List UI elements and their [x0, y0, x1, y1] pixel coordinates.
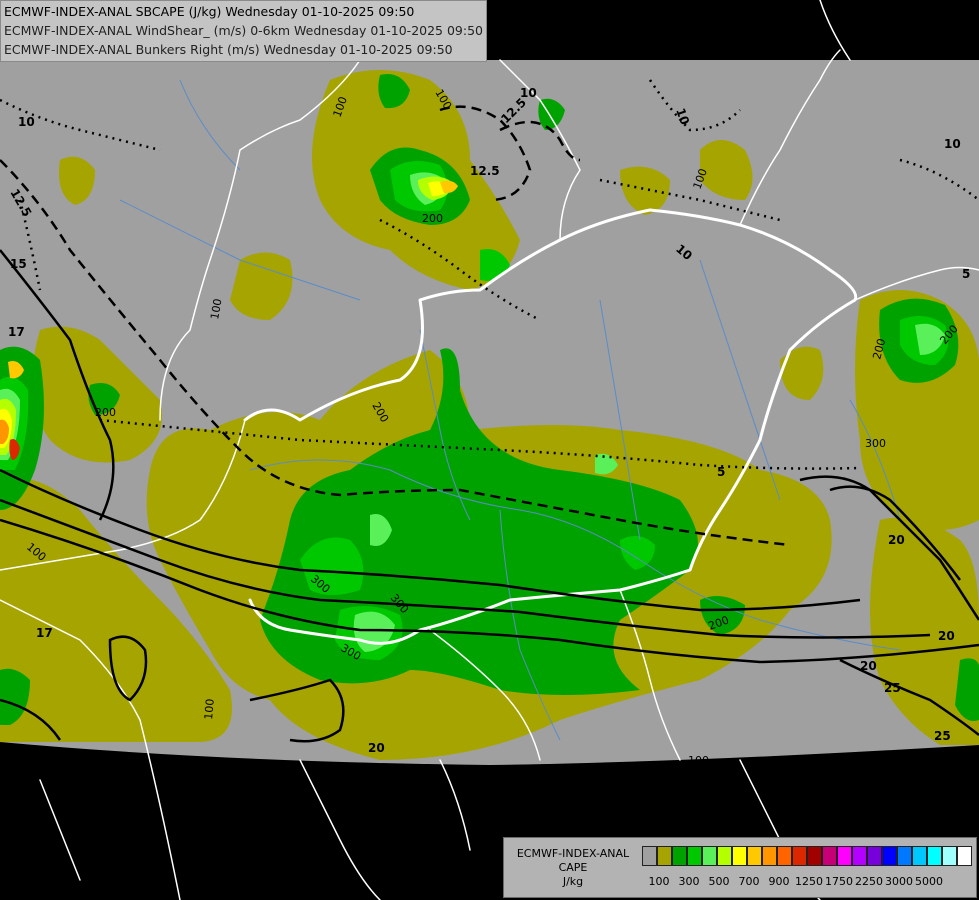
cape-label: 200	[95, 406, 116, 419]
legend-swatch	[882, 846, 897, 866]
legend-swatch	[927, 846, 942, 866]
legend-swatches	[642, 846, 972, 866]
legend-swatch	[792, 846, 807, 866]
title-bunkers: ECMWF-INDEX-ANAL Bunkers Right (m/s) Wed…	[4, 42, 453, 57]
cape-map: 100 100 200 200 200 200 200 300 300 300 …	[0, 0, 979, 900]
legend-swatch	[717, 846, 732, 866]
legend-model: ECMWF-INDEX-ANAL	[516, 847, 630, 860]
shear-label: 20	[860, 659, 877, 673]
map-title-block: ECMWF-INDEX-ANAL SBCAPE (J/kg) Wednesday…	[0, 0, 487, 62]
legend-swatch	[657, 846, 672, 866]
shear-label: 15	[10, 257, 27, 271]
cape-label: 200	[422, 212, 443, 225]
legend-tick-label: 300	[678, 875, 700, 888]
shear-label: 20	[888, 533, 905, 547]
legend-swatch	[747, 846, 762, 866]
legend-tick-label: 100	[648, 875, 670, 888]
legend-swatch	[732, 846, 747, 866]
title-windshear: ECMWF-INDEX-ANAL WindShear_ (m/s) 0-6km …	[4, 23, 483, 38]
bunkers-label: 5	[962, 267, 970, 281]
legend-swatch	[912, 846, 927, 866]
legend-unit: J/kg	[562, 875, 584, 888]
legend-swatch	[762, 846, 777, 866]
title-sbcape: ECMWF-INDEX-ANAL SBCAPE (J/kg) Wednesday…	[4, 4, 415, 19]
legend-swatch	[672, 846, 687, 866]
legend-parameter: CAPE	[558, 861, 588, 874]
legend-swatch	[777, 846, 792, 866]
legend-label: ECMWF-INDEX-ANAL CAPE J/kg	[508, 847, 638, 889]
legend-swatch	[687, 846, 702, 866]
cape-label: 100	[202, 698, 217, 720]
legend-swatch	[852, 846, 867, 866]
legend-tick-label: 900	[768, 875, 790, 888]
shear-label: 20	[368, 741, 385, 755]
legend-tick-label: 3000	[885, 875, 913, 888]
legend-ticks: 100 300 500 700 900 1250 1750 2250 3000 5000	[642, 875, 972, 889]
bunkers-label: 10	[944, 137, 961, 151]
shear-label: 25	[934, 729, 951, 743]
legend-swatch	[642, 846, 657, 866]
legend-swatch	[837, 846, 852, 866]
bunkers-label: 5	[717, 465, 725, 479]
cape-label: 100	[688, 754, 709, 767]
shear-label: 17	[8, 325, 25, 339]
legend-swatch	[867, 846, 882, 866]
bunkers-label: 12.5	[470, 164, 500, 178]
legend-tick-label: 500	[708, 875, 730, 888]
legend-swatch	[897, 846, 912, 866]
cape-label: 300	[865, 437, 886, 450]
legend-tick-label: 5000	[915, 875, 943, 888]
legend-swatch	[702, 846, 717, 866]
shear-label: 20	[938, 629, 955, 643]
bunkers-label: 10	[18, 115, 35, 129]
shear-label: 25	[884, 681, 901, 695]
legend-swatch	[807, 846, 822, 866]
legend-tick-label: 2250	[855, 875, 883, 888]
legend-tick-label: 1750	[825, 875, 853, 888]
cape-legend: ECMWF-INDEX-ANAL CAPE J/kg 100 300 500 700 9…	[503, 837, 977, 898]
shear-label: 17	[36, 626, 53, 640]
legend-tick-label: 700	[738, 875, 760, 888]
bunkers-label: 10	[520, 86, 537, 100]
legend-swatch	[957, 846, 972, 866]
legend-tick-label: 1250	[795, 875, 823, 888]
legend-swatch	[822, 846, 837, 866]
legend-swatch	[942, 846, 957, 866]
